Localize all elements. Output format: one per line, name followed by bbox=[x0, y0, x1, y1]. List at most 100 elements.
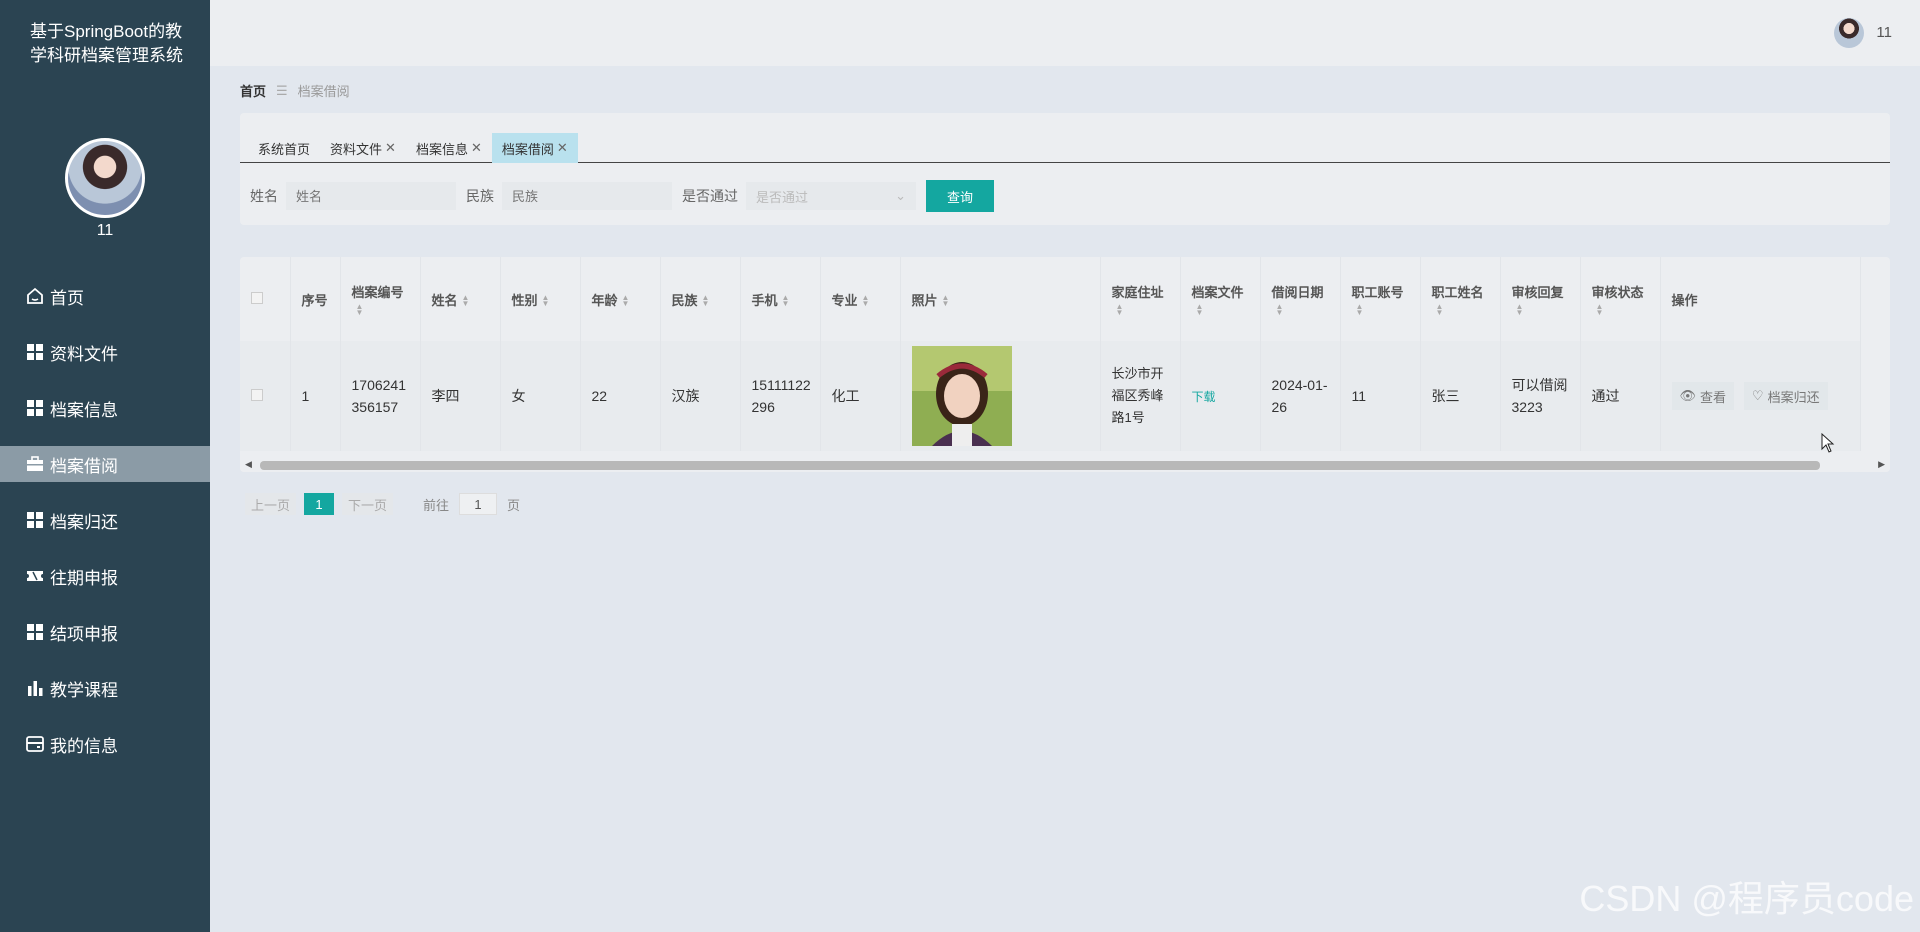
column-header[interactable]: 借阅日期 ▲ ▼ bbox=[1260, 257, 1341, 341]
sidebar-item-label: 档案信息 bbox=[50, 400, 118, 420]
sort-icon[interactable]: ▲ ▼ bbox=[356, 302, 364, 316]
column-header[interactable]: 审核回复 ▲ ▼ bbox=[1500, 257, 1581, 341]
sort-icon[interactable]: ▲ ▼ bbox=[782, 294, 790, 308]
data-table: 序号 档案编号 ▲ ▼ 姓名 ▲ ▼ 性别 ▲ ▼ 年龄 ▲ ▼ 民族 ▲ ▼ 手机 ▲ ▼ 专业 ▲ ▼ … bbox=[240, 257, 1890, 472]
scrollbar-thumb[interactable] bbox=[260, 461, 1820, 470]
student-photo bbox=[911, 346, 1012, 446]
column-header[interactable]: 性别 ▲ ▼ bbox=[500, 257, 581, 341]
goto-page-input[interactable] bbox=[459, 493, 498, 515]
sort-icon[interactable]: ▲ ▼ bbox=[1516, 302, 1524, 316]
column-header[interactable]: 家庭住址 ▲ ▼ bbox=[1100, 257, 1181, 341]
reply-text: 可以借阅3223 bbox=[1511, 377, 1568, 415]
home-icon bbox=[24, 285, 46, 307]
scroll-right-icon[interactable]: ▶ bbox=[1878, 459, 1885, 470]
sort-icon[interactable]: ▲ ▼ bbox=[1436, 302, 1444, 316]
tab-label: 系统首页 bbox=[258, 141, 311, 157]
table-row: 1 1706241356157 李四 女 22 汉族 15111122296 化… bbox=[240, 341, 1861, 451]
header-username[interactable]: 11 bbox=[1876, 24, 1892, 41]
row-checkbox[interactable] bbox=[251, 389, 263, 401]
column-header[interactable]: 专业 ▲ ▼ bbox=[820, 257, 901, 341]
sort-icon[interactable]: ▲ ▼ bbox=[702, 294, 710, 308]
avatar[interactable] bbox=[65, 138, 145, 218]
prev-page-button[interactable]: 上一页 bbox=[245, 493, 297, 515]
close-icon[interactable]: ✕ bbox=[557, 140, 568, 156]
pagination: 上一页 1 下一页 前往 页 bbox=[245, 493, 520, 515]
breadcrumb-separator-icon: ☰ bbox=[276, 82, 288, 98]
tab-archive-borrow[interactable]: 档案借阅 ✕ bbox=[491, 133, 578, 163]
cell-index: 1 bbox=[290, 341, 341, 451]
horizontal-scrollbar[interactable]: ◀ ▶ bbox=[240, 458, 1890, 472]
sort-icon[interactable]: ▲ ▼ bbox=[1596, 302, 1604, 316]
heart-icon: ♡ bbox=[1751, 388, 1764, 403]
column-header[interactable]: 民族 ▲ ▼ bbox=[660, 257, 741, 341]
breadcrumb: 首页 ☰ 档案借阅 bbox=[240, 81, 350, 100]
column-label: 档案编号 bbox=[351, 285, 404, 300]
sort-icon[interactable]: ▲ ▼ bbox=[1196, 302, 1204, 316]
sidebar-item-home[interactable]: 首页 bbox=[0, 268, 210, 324]
column-header[interactable]: 职工账号 ▲ ▼ bbox=[1340, 257, 1421, 341]
column-header[interactable]: 档案文件 ▲ ▼ bbox=[1180, 257, 1261, 341]
sort-icon[interactable]: ▲ ▼ bbox=[1356, 302, 1364, 316]
sort-icon[interactable]: ▲ ▼ bbox=[1116, 302, 1124, 316]
scroll-left-icon[interactable]: ◀ bbox=[245, 459, 252, 470]
sort-icon[interactable]: ▲ ▼ bbox=[462, 294, 470, 308]
tab-system-home[interactable]: 系统首页 bbox=[248, 133, 320, 163]
name-input[interactable] bbox=[286, 182, 456, 210]
search-form: 姓名 民族 是否通过 是否通过 ⌄ 查询 bbox=[250, 180, 994, 212]
pass-select[interactable]: 是否通过 ⌄ bbox=[746, 182, 916, 210]
download-link[interactable]: 下载 bbox=[1192, 390, 1216, 404]
sidebar-item-archive-return[interactable]: 档案归还 bbox=[0, 492, 210, 548]
select-all-checkbox[interactable] bbox=[251, 291, 263, 304]
query-button[interactable]: 查询 bbox=[926, 180, 994, 212]
ethnic-input[interactable] bbox=[502, 182, 672, 210]
breadcrumb-current: 档案借阅 bbox=[297, 84, 350, 99]
sort-icon[interactable]: ▲ ▼ bbox=[942, 294, 950, 308]
view-button[interactable]: 👁 查看 bbox=[1671, 382, 1735, 410]
column-header[interactable]: 姓名 ▲ ▼ bbox=[420, 257, 501, 341]
column-header[interactable]: 照片 ▲ ▼ bbox=[900, 257, 1101, 341]
sidebar-item-past-declaration[interactable]: 往期申报 bbox=[0, 548, 210, 604]
bar-chart-icon bbox=[24, 677, 46, 699]
pass-label: 是否通过 bbox=[682, 188, 738, 204]
column-label: 操作 bbox=[1671, 292, 1698, 308]
sidebar-username: 11 bbox=[96, 222, 114, 239]
sidebar-item-archive-borrow[interactable]: 档案借阅 bbox=[0, 446, 210, 482]
close-icon[interactable]: ✕ bbox=[471, 140, 482, 156]
sidebar-item-files[interactable]: 资料文件 bbox=[0, 324, 210, 380]
cell-reply: 可以借阅3223 bbox=[1500, 341, 1581, 451]
column-label: 专业 bbox=[831, 292, 858, 308]
sidebar-item-final-declaration[interactable]: 结项申报 bbox=[0, 604, 210, 660]
sidebar-item-my-info[interactable]: 我的信息 bbox=[0, 716, 210, 772]
close-icon[interactable]: ✕ bbox=[385, 140, 396, 156]
sort-icon[interactable]: ▲ ▼ bbox=[1276, 302, 1284, 316]
column-label: 家庭住址 bbox=[1111, 285, 1164, 300]
app-title: 基于SpringBoot的教学科研档案管理系统 bbox=[30, 22, 183, 65]
column-header[interactable]: 手机 ▲ ▼ bbox=[740, 257, 821, 341]
tab-label: 资料文件 bbox=[330, 141, 383, 157]
phone-text: 15111122296 bbox=[751, 377, 811, 415]
next-page-button[interactable]: 下一页 bbox=[342, 493, 394, 515]
cell-age: 22 bbox=[580, 341, 661, 451]
sidebar-item-label: 结项申报 bbox=[50, 624, 118, 644]
sort-icon[interactable]: ▲ ▼ bbox=[622, 294, 630, 308]
breadcrumb-home[interactable]: 首页 bbox=[240, 81, 266, 100]
header-avatar[interactable] bbox=[1834, 18, 1864, 48]
sidebar-item-archive-info[interactable]: 档案信息 bbox=[0, 380, 210, 436]
page-number-button[interactable]: 1 bbox=[304, 493, 335, 515]
column-header[interactable]: 职工姓名 ▲ ▼ bbox=[1420, 257, 1501, 341]
goto-label: 前往 bbox=[423, 497, 450, 513]
archive-return-button[interactable]: ♡ 档案归还 bbox=[1743, 382, 1828, 410]
tab-files[interactable]: 资料文件 ✕ bbox=[320, 133, 406, 163]
sidebar-item-courses[interactable]: 教学课程 bbox=[0, 660, 210, 716]
sort-icon[interactable]: ▲ ▼ bbox=[542, 294, 550, 308]
column-header[interactable]: 档案编号 ▲ ▼ bbox=[340, 257, 421, 341]
sort-icon[interactable]: ▲ ▼ bbox=[862, 294, 870, 308]
tab-archive-info[interactable]: 档案信息 ✕ bbox=[406, 133, 492, 163]
column-header: 序号 bbox=[290, 257, 341, 341]
column-header[interactable]: 审核状态 ▲ ▼ bbox=[1580, 257, 1661, 341]
column-header[interactable]: 年龄 ▲ ▼ bbox=[580, 257, 661, 341]
cell-borrow-date: 2024-01-26 bbox=[1260, 341, 1341, 451]
sidebar: 基于SpringBoot的教学科研档案管理系统 11 首页 资料文件 档案信息 … bbox=[0, 0, 210, 932]
goto-page: 前往 页 bbox=[423, 493, 520, 515]
column-label: 职工姓名 bbox=[1431, 285, 1484, 300]
